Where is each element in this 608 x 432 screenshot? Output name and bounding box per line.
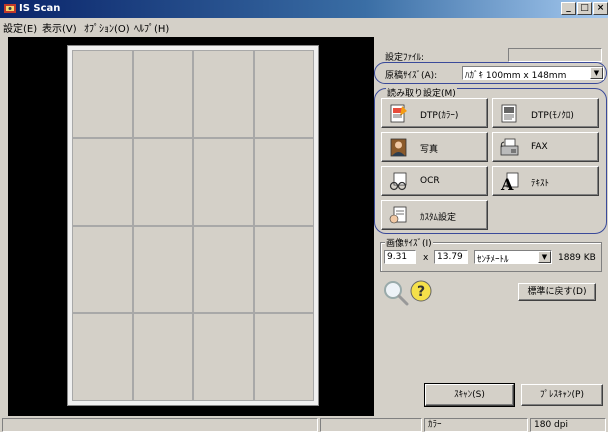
doc-size-select[interactable]: ﾊｶﾞｷ 100mm x 148mm ▼ [462, 66, 604, 81]
status-resolution: 180 dpi [530, 418, 606, 432]
preview-area[interactable] [8, 37, 374, 416]
app-icon [4, 4, 16, 13]
chevron-down-icon[interactable]: ▼ [590, 67, 603, 79]
mode-label: FAX [531, 142, 548, 152]
times-label: x [423, 253, 429, 263]
image-height-field[interactable]: 13.79 [434, 250, 468, 264]
mode-label: 写真 [420, 145, 439, 155]
mode-dtp-color-button[interactable]: DTP(ｶﾗｰ) [381, 98, 488, 128]
grid-cell [72, 225, 133, 314]
chevron-down-icon[interactable]: ▼ [538, 251, 551, 263]
mode-custom-settings-button[interactable]: ｶｽﾀﾑ設定 [381, 200, 488, 230]
grid-cell [132, 225, 193, 314]
filesize-value: 1889 KB [558, 253, 596, 263]
image-width-field[interactable]: 9.31 [384, 250, 416, 264]
grid-cell [72, 50, 133, 138]
minimize-button[interactable]: _ [561, 2, 576, 15]
unit-select[interactable]: ｾﾝﾁﾒｰﾄﾙ ▼ [474, 250, 552, 265]
doc-size-value: ﾊｶﾞｷ 100mm x 148mm [465, 71, 567, 81]
menu-help[interactable]: ﾍﾙﾌﾟ(H) [134, 20, 169, 35]
window-title: IS Scan [19, 3, 61, 14]
image-width-value: 9.31 [387, 252, 408, 262]
grid-cell [132, 137, 193, 226]
grid-cell [253, 225, 314, 314]
doc-size-label: 原稿ｻｲｽﾞ(A): [385, 71, 438, 81]
close-button[interactable]: × [593, 2, 608, 15]
grid-cell [253, 313, 314, 401]
ocr-icon [389, 172, 407, 191]
status-left [2, 418, 318, 432]
grid-cell [72, 137, 133, 226]
image-height-value: 13.79 [437, 252, 463, 262]
menu-view[interactable]: 表示(V) [42, 20, 77, 35]
preview-sheet[interactable] [67, 45, 319, 406]
menu-options[interactable]: ｵﾌﾟｼｮﾝ(O) [84, 20, 130, 35]
grid-cell [193, 50, 254, 138]
grid-cell [193, 313, 254, 401]
grid-cell [72, 313, 133, 401]
mode-ocr-button[interactable]: OCR [381, 166, 488, 196]
grid-cell [132, 313, 193, 401]
dtp-mono-icon [501, 104, 517, 123]
status-color-mode: ｶﾗｰ [424, 418, 528, 432]
mode-label: ﾃｷｽﾄ [531, 179, 550, 189]
maximize-button[interactable]: □ [577, 2, 592, 15]
grid-cell [193, 225, 254, 314]
mode-label: DTP(ｶﾗｰ) [420, 111, 459, 121]
grid-cell [193, 137, 254, 226]
mode-text-button[interactable]: A ﾃｷｽﾄ [492, 166, 599, 196]
photo-icon [390, 138, 407, 157]
dtp-color-icon [390, 104, 407, 123]
mode-label: DTP(ﾓﾉｸﾛ) [531, 111, 574, 121]
status-bar: ｶﾗｰ 180 dpi [0, 418, 608, 432]
title-bar[interactable]: IS Scan _ □ × [0, 0, 608, 18]
custom-settings-icon [389, 206, 407, 224]
mode-photo-button[interactable]: 写真 [381, 132, 488, 162]
prescan-button[interactable]: ﾌﾟﾚｽｷｬﾝ(P) [521, 384, 603, 406]
help-icon[interactable]: ? [409, 279, 433, 303]
settings-file-field[interactable] [508, 48, 602, 62]
grid-cell [132, 50, 193, 138]
menu-bar: 設定(E) 表示(V) ｵﾌﾟｼｮﾝ(O) ﾍﾙﾌﾟ(H) [0, 18, 608, 35]
status-mid [320, 418, 422, 432]
fax-icon [500, 138, 519, 156]
text-icon: A [500, 172, 519, 192]
unit-value: ｾﾝﾁﾒｰﾄﾙ [477, 255, 509, 265]
menu-settings[interactable]: 設定(E) [3, 20, 37, 35]
mode-dtp-mono-button[interactable]: DTP(ﾓﾉｸﾛ) [492, 98, 599, 128]
svg-text:?: ? [417, 284, 425, 300]
mode-label: ｶｽﾀﾑ設定 [420, 213, 457, 223]
svg-text:A: A [500, 175, 514, 192]
grid-cell [253, 137, 314, 226]
zoom-icon[interactable] [383, 280, 409, 306]
mode-fax-button[interactable]: FAX [492, 132, 599, 162]
scan-button[interactable]: ｽｷｬﾝ(S) [424, 383, 515, 407]
grid-cell [253, 50, 314, 138]
reset-defaults-button[interactable]: 標準に戻す(D) [518, 283, 596, 301]
image-size-label: 画像ｻｲｽﾞ(I) [385, 236, 433, 249]
mode-label: OCR [420, 176, 440, 186]
preview-grid [72, 50, 314, 401]
